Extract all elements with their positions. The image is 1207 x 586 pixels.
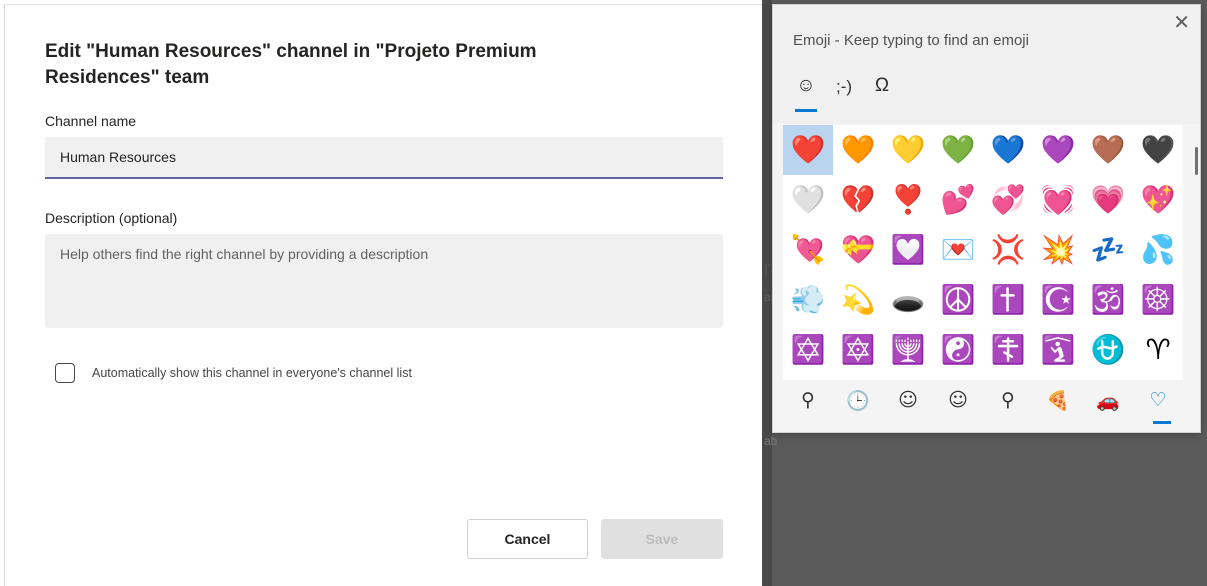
channel-name-label: Channel name xyxy=(45,113,137,129)
auto-show-checkbox[interactable] xyxy=(55,363,75,383)
hearts-category-icon[interactable]: ♡ xyxy=(1133,389,1183,411)
emoji-cell[interactable]: 💫 xyxy=(833,275,883,325)
channel-name-input[interactable] xyxy=(45,137,723,179)
search-category-icon[interactable]: ⚲ xyxy=(783,389,833,411)
kaomoji-tab[interactable]: ;-) xyxy=(829,77,859,97)
emoji-cell[interactable]: 💙 xyxy=(983,125,1033,175)
emoji-scrollbar[interactable] xyxy=(1195,147,1198,175)
emoji-cell[interactable]: 💟 xyxy=(883,225,933,275)
emoji-cell[interactable]: ☮️ xyxy=(933,275,983,325)
emoji-cell[interactable]: 🛐 xyxy=(1033,325,1083,375)
emoji-cell[interactable]: 🖤 xyxy=(1133,125,1183,175)
emoji-cell[interactable]: 💗 xyxy=(1083,175,1133,225)
emoji-cell[interactable]: 🔯 xyxy=(833,325,883,375)
places-category-icon[interactable]: ⚲ xyxy=(983,389,1033,411)
emoji-panel-header: Emoji - Keep typing to find an emoji ✕ ☺… xyxy=(773,5,1200,124)
save-button[interactable]: Save xyxy=(601,519,723,559)
emoji-cell[interactable]: 💔 xyxy=(833,175,883,225)
emoji-cell[interactable]: ♈ xyxy=(1133,325,1183,375)
transport-category-icon[interactable]: 🚗 xyxy=(1083,389,1133,412)
emoji-cell[interactable]: ✝️ xyxy=(983,275,1033,325)
cancel-button[interactable]: Cancel xyxy=(467,519,588,559)
dialog-title: Edit "Human Resources" channel in "Proje… xyxy=(45,41,537,88)
emoji-cell[interactable]: 💦 xyxy=(1133,225,1183,275)
auto-show-option[interactable]: Automatically show this channel in every… xyxy=(55,363,412,383)
emoji-cell[interactable]: 💓 xyxy=(1033,175,1083,225)
emoji-cell[interactable]: ❣️ xyxy=(883,175,933,225)
emoji-cell[interactable]: ☸️ xyxy=(1133,275,1183,325)
emoji-cell[interactable]: 💥 xyxy=(1033,225,1083,275)
emoji-cell[interactable]: 🤎 xyxy=(1083,125,1133,175)
emoji-grid: ❤️ 🧡 💛 💚 💙 💜 🤎 🖤 🤍 💔 ❣️ 💕 💞 💓 💗 💖 💘 💝 💟 💌 💢 💥 💤 💦 💨 💫 🕳️ ☮️ ✝️ ☪️ 🕉️ ☸️… xyxy=(783,125,1183,380)
symbols-tab[interactable]: Ω xyxy=(867,75,897,97)
emoji-cell[interactable]: 💨 xyxy=(783,275,833,325)
emoji-cell[interactable]: 💕 xyxy=(933,175,983,225)
emoji-cell[interactable]: 💤 xyxy=(1083,225,1133,275)
emoji-cell[interactable]: 🕎 xyxy=(883,325,933,375)
emoji-cell[interactable]: 🧡 xyxy=(833,125,883,175)
emoji-cell[interactable]: 💚 xyxy=(933,125,983,175)
people-category-icon[interactable]: ☺ xyxy=(933,389,983,411)
emoji-cell[interactable]: 💖 xyxy=(1133,175,1183,225)
emoji-cell[interactable]: 🕉️ xyxy=(1083,275,1133,325)
emoji-cell[interactable]: 💛 xyxy=(883,125,933,175)
emoji-cell[interactable]: 🤍 xyxy=(783,175,833,225)
recent-category-icon[interactable]: 🕒 xyxy=(833,389,883,412)
background-text-fragment: ab xyxy=(764,434,778,448)
active-category-indicator xyxy=(1153,421,1171,424)
emoji-cell[interactable]: ☪️ xyxy=(1033,275,1083,325)
emoji-panel-title: Emoji - Keep typing to find an emoji xyxy=(793,32,1029,49)
emoji-cell[interactable]: ⛎ xyxy=(1083,325,1133,375)
emoji-cell[interactable]: ✡️ xyxy=(783,325,833,375)
emoji-cell[interactable]: ❤️ xyxy=(783,125,833,175)
edit-channel-dialog: Edit "Human Resources" channel in "Proje… xyxy=(4,4,762,586)
background-text-fragment: r xyxy=(764,258,771,280)
emoji-category-bar: ⚲ 🕒 ☺ ☺ ⚲ 🍕 🚗 ♡ xyxy=(783,383,1183,433)
emoji-panel: Emoji - Keep typing to find an emoji ✕ ☺… xyxy=(772,4,1201,433)
emoji-cell[interactable]: ☯️ xyxy=(933,325,983,375)
close-icon[interactable]: ✕ xyxy=(1173,13,1190,33)
emoji-cell[interactable]: 💜 xyxy=(1033,125,1083,175)
auto-show-label: Automatically show this channel in every… xyxy=(92,366,412,380)
emoji-cell[interactable]: 💘 xyxy=(783,225,833,275)
emoji-tab[interactable]: ☺ xyxy=(791,75,821,97)
emoji-cell[interactable]: 💌 xyxy=(933,225,983,275)
emoji-cell[interactable]: 💢 xyxy=(983,225,1033,275)
emoji-cell[interactable]: 💞 xyxy=(983,175,1033,225)
emoji-cell[interactable]: ☦️ xyxy=(983,325,1033,375)
description-label: Description (optional) xyxy=(45,210,178,226)
emoji-cell[interactable]: 🕳️ xyxy=(883,275,933,325)
smileys-category-icon[interactable]: ☺ xyxy=(883,389,933,411)
description-input[interactable] xyxy=(45,234,723,328)
food-category-icon[interactable]: 🍕 xyxy=(1033,389,1083,412)
emoji-cell[interactable]: 💝 xyxy=(833,225,883,275)
active-tab-indicator xyxy=(795,109,817,112)
